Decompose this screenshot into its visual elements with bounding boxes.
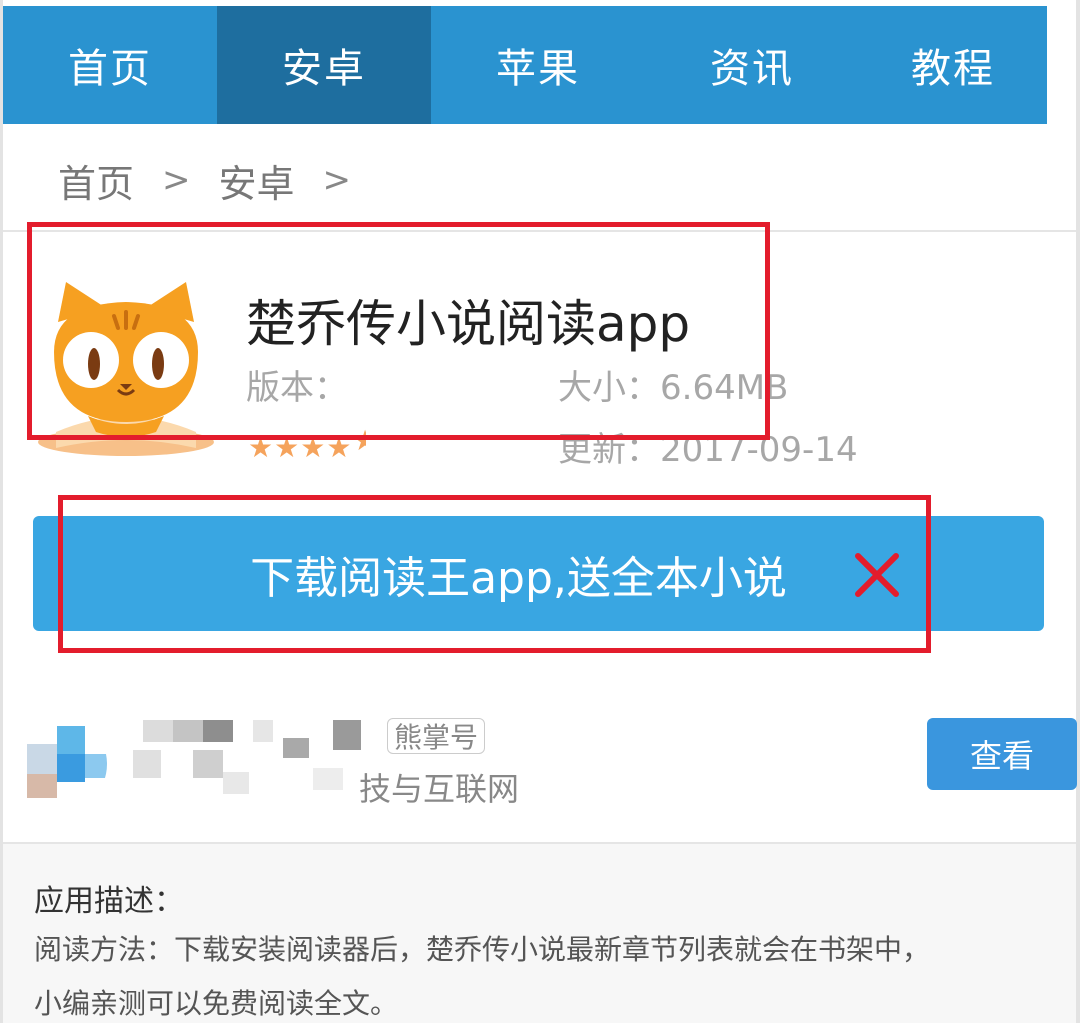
breadcrumb-separator: > [322,160,352,200]
breadcrumb-separator: > [162,160,191,200]
top-nav: 首页 安卓 苹果 资讯 教程 [3,6,1047,124]
cat-app-icon [38,282,214,456]
nav-item-tutorial[interactable]: 教程 [859,6,1047,124]
star-icon: ★ [300,431,327,464]
breadcrumb-android[interactable]: 安卓 [219,153,295,208]
page: 首页 安卓 苹果 资讯 教程 首页 > 安卓 > 楚乔传小说阅读app 版本： … [0,0,1080,1023]
star-icon: ★ [326,431,353,464]
rating-stars: ★★★★★ [248,424,366,464]
breadcrumb-home[interactable]: 首页 [58,153,134,208]
close-icon[interactable] [850,548,904,602]
divider [3,230,1076,232]
author-badge: 熊掌号 [387,718,486,754]
description-text: 小编亲测可以免费阅读全文。 [34,987,399,1020]
nav-item-android[interactable]: 安卓 [217,6,431,124]
nav-item-apple[interactable]: 苹果 [431,6,645,124]
author-row: 熊掌号 技与互联网 查看 [3,700,1077,840]
updated-label: 更新：2017-09-14 [558,430,858,470]
avatar[interactable] [7,714,107,814]
description-title: 应用描述： [34,884,184,919]
version-label: 版本： [246,368,348,408]
breadcrumb: 首页 > 安卓 > [58,152,379,208]
nav-item-home[interactable]: 首页 [3,6,217,124]
frame-border-right [1076,0,1080,1023]
size-label: 大小：6.64MB [558,368,789,408]
star-icon: ★ [248,431,275,464]
half-star-icon: ★ [352,424,367,457]
author-description: 技与互联网 [359,770,520,808]
view-button[interactable]: 查看 [927,718,1077,790]
blurred-username [133,720,363,800]
nav-item-news[interactable]: 资讯 [645,6,859,124]
app-title: 楚乔传小说阅读app [246,295,691,353]
star-icon: ★ [274,431,301,464]
download-button-label: 下载阅读王app,送全本小说 [250,552,787,604]
description-text: 阅读方法：下载安装阅读器后，楚乔传小说最新章节列表就会在书架中， [34,933,931,966]
